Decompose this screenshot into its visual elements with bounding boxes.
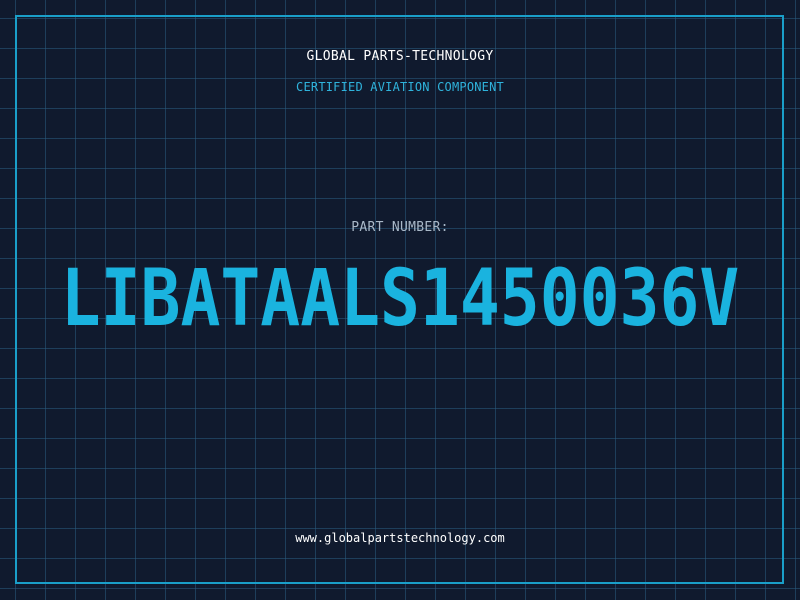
part-number-value: LIBATAALS1450036V xyxy=(60,254,740,344)
company-name: GLOBAL PARTS-TECHNOLOGY xyxy=(306,49,494,64)
website-url: www.globalpartstechnology.com xyxy=(295,531,505,545)
certification-subtitle: CERTIFIED AVIATION COMPONENT xyxy=(296,80,504,94)
part-number-label: PART NUMBER: xyxy=(351,220,449,235)
